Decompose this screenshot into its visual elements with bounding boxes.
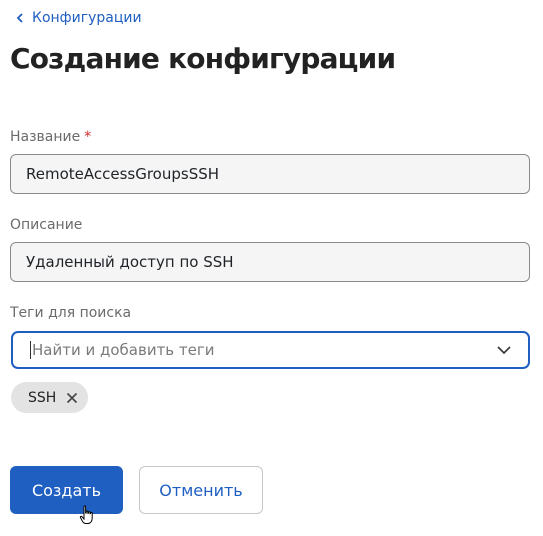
tags-search-input[interactable]: Найти и добавить теги <box>11 331 530 369</box>
name-label-text: Название <box>10 129 81 145</box>
breadcrumb-label: Конфигурации <box>32 10 142 26</box>
description-label: Описание <box>10 217 83 233</box>
name-label: Название * <box>10 129 91 145</box>
chevron-down-icon[interactable] <box>496 345 512 355</box>
hand-cursor-icon <box>79 505 95 529</box>
page-title: Создание конфигурации <box>10 42 396 75</box>
tag-chip-ssh: SSH <box>11 382 89 413</box>
required-mark: * <box>84 129 92 145</box>
tags-placeholder: Найти и добавить теги <box>32 341 215 359</box>
create-button[interactable]: Создать <box>10 466 123 514</box>
breadcrumb-link[interactable]: Конфигурации <box>16 8 142 28</box>
description-field[interactable]: Удаленный доступ по SSH <box>10 242 530 282</box>
cancel-button[interactable]: Отменить <box>139 466 263 514</box>
text-caret <box>30 341 31 359</box>
description-field-value: Удаленный доступ по SSH <box>26 253 234 271</box>
close-icon[interactable] <box>66 392 78 404</box>
tags-label: Теги для поиска <box>10 305 132 321</box>
name-field[interactable]: RemoteAccessGroupsSSH <box>10 154 530 194</box>
name-field-value: RemoteAccessGroupsSSH <box>26 165 220 183</box>
tag-chip-label: SSH <box>28 389 57 406</box>
chevron-left-icon <box>16 12 24 24</box>
